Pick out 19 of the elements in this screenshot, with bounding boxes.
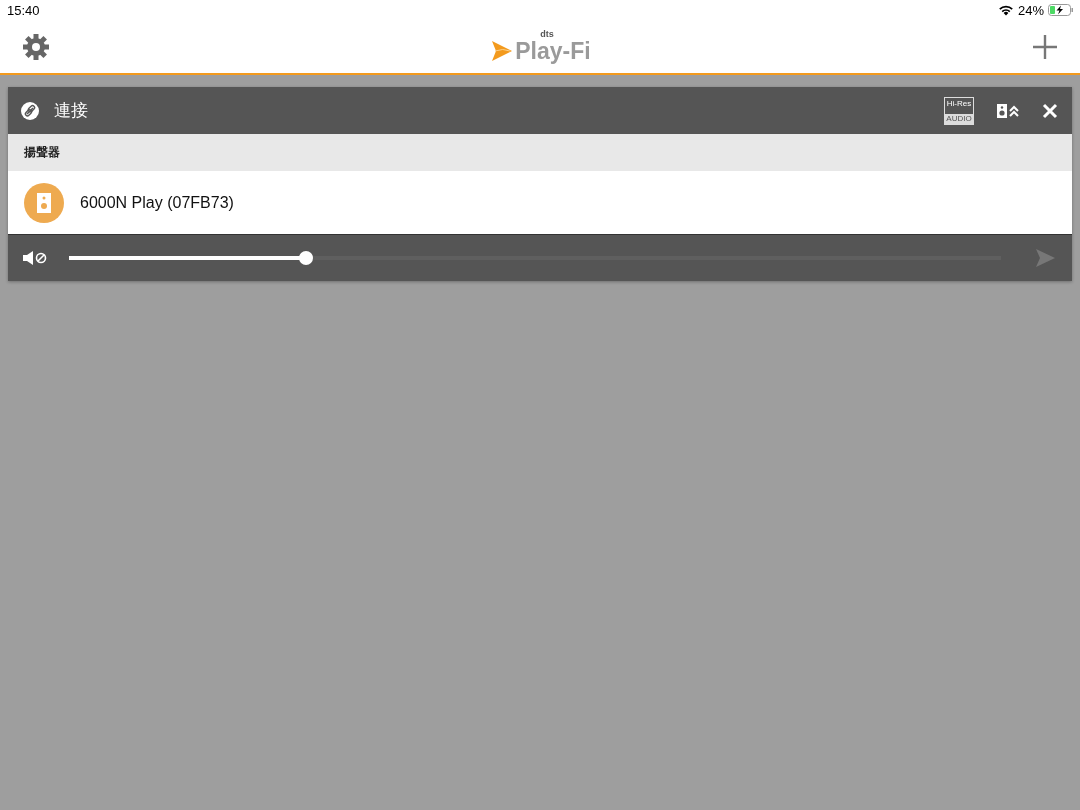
- hires-audio-badge: Hi-Res AUDIO: [944, 96, 974, 125]
- speaker-collapse-icon[interactable]: [996, 102, 1020, 119]
- speaker-icon: [24, 182, 64, 223]
- mute-icon[interactable]: [22, 250, 48, 266]
- play-triangle-icon: [491, 39, 514, 63]
- settings-icon[interactable]: [22, 32, 50, 61]
- device-name[interactable]: 6000N Play (07FB73): [80, 193, 234, 212]
- status-time: 15:40: [7, 2, 40, 18]
- battery-icon: [1048, 4, 1074, 16]
- close-icon[interactable]: [1042, 102, 1058, 119]
- panel-title: 連接: [54, 100, 89, 122]
- logo-brand: dts: [540, 30, 554, 39]
- logo-name: Play-Fi: [515, 39, 591, 63]
- link-icon: [20, 100, 40, 121]
- battery-percent: 24%: [1017, 2, 1044, 18]
- add-icon[interactable]: [1032, 33, 1058, 60]
- wifi-icon: [997, 4, 1014, 16]
- slider-thumb[interactable]: [298, 251, 313, 265]
- section-header: 揚聲器: [24, 144, 60, 161]
